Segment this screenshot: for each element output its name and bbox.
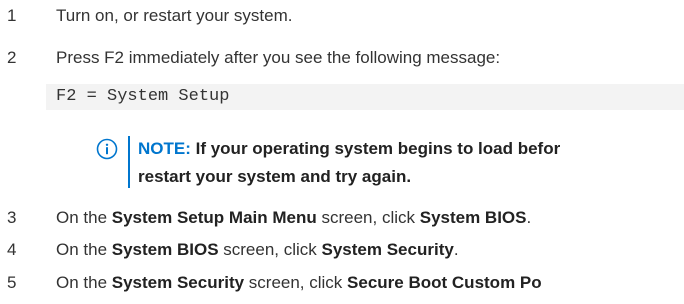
- step-text-part: On the: [56, 273, 112, 292]
- step-text: On the System Setup Main Menu screen, cl…: [56, 208, 531, 228]
- step-text-part: screen, click: [316, 208, 420, 227]
- info-circle-icon: [96, 138, 118, 160]
- step-text-part: On the: [56, 208, 112, 227]
- step-text-bold: System Security: [321, 240, 454, 259]
- step-text-part: .: [453, 240, 459, 259]
- code-message: F2 = System Setup: [56, 87, 230, 106]
- step-number: 4: [7, 240, 17, 259]
- step-text-part: Press F2 immediately after you see the f…: [56, 48, 501, 67]
- step-text-bold: System Security: [111, 273, 245, 292]
- note-callout: NOTE: If your operating system begins to…: [96, 136, 684, 192]
- step-text-part: Turn on, or restart your system.: [56, 6, 293, 25]
- step-text-bold: System BIOS: [111, 240, 219, 259]
- step-text-part: screen, click: [244, 273, 348, 292]
- step-text: Turn on, or restart your system.: [56, 6, 293, 26]
- step-text: Press F2 immediately after you see the f…: [56, 48, 500, 68]
- note-text: If your operating system begins to load …: [190, 139, 561, 158]
- note-line-2: restart your system and try again.: [138, 167, 412, 186]
- step-number: 2: [7, 48, 17, 67]
- step-text: On the System BIOS screen, click System …: [56, 240, 459, 260]
- step-text-bold: System Setup Main Menu: [111, 208, 317, 227]
- step-text-bold: System BIOS: [419, 208, 527, 227]
- step-number: 5: [7, 273, 17, 292]
- step-text-bold: Secure Boot Custom Po: [347, 273, 542, 292]
- note-line-1: NOTE: If your operating system begins to…: [138, 139, 560, 159]
- note-label: NOTE:: [138, 139, 191, 158]
- step-number: 1: [7, 6, 17, 25]
- note-accent-bar: [128, 136, 130, 188]
- code-block: F2 = System Setup: [46, 84, 684, 110]
- step-text-part: On the: [56, 240, 112, 259]
- step-text-part: screen, click: [218, 240, 322, 259]
- step-number: 3: [7, 208, 17, 227]
- step-text: On the System Security screen, click Sec…: [56, 273, 542, 293]
- step-text-part: .: [526, 208, 532, 227]
